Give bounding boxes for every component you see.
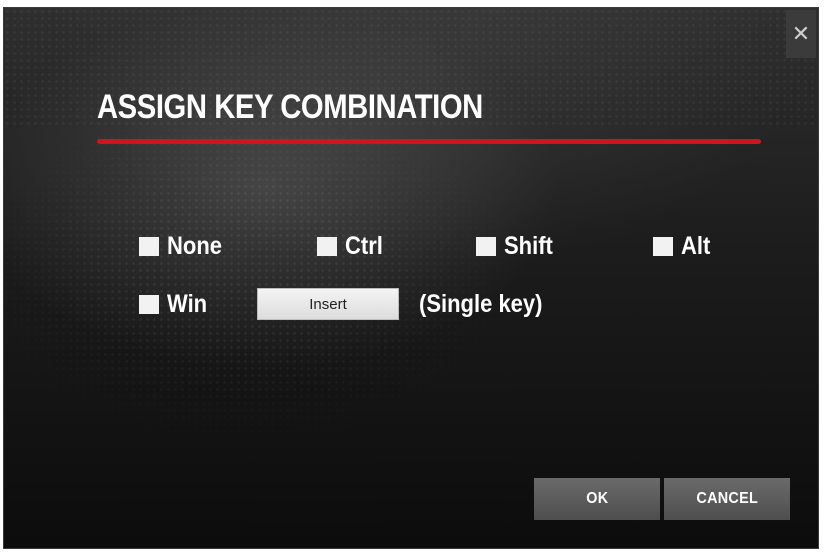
checkbox-win[interactable]: Win [139,290,213,318]
ok-button-label: OK [585,490,609,507]
ok-button[interactable]: OK [534,478,660,520]
checkbox-label-none: None [167,231,222,260]
checkbox-box[interactable] [139,236,159,256]
key-input-value: Insert [309,295,347,313]
checkbox-label-shift: Shift [504,231,553,260]
title-underline [97,139,761,144]
checkbox-shift[interactable]: Shift [476,232,560,260]
single-key-hint: (Single key) [419,290,543,318]
checkbox-box[interactable] [476,236,496,256]
cancel-button[interactable]: CANCEL [664,478,790,520]
checkbox-label-ctrl: Ctrl [345,231,383,260]
assign-key-dialog: ✕ ASSIGN KEY COMBINATION None Ctrl Shift… [3,7,819,549]
close-icon: ✕ [791,21,811,47]
key-input-field[interactable]: Insert [257,288,399,320]
checkbox-label-alt: Alt [681,231,711,260]
checkbox-box[interactable] [653,236,673,256]
checkbox-box[interactable] [139,294,159,314]
checkbox-none[interactable]: None [139,232,230,260]
cancel-button-label: CANCEL [696,490,758,507]
checkbox-label-win: Win [167,289,208,318]
dialog-title: ASSIGN KEY COMBINATION [97,88,483,126]
checkbox-ctrl[interactable]: Ctrl [317,232,388,260]
checkbox-box[interactable] [317,236,337,256]
close-button[interactable]: ✕ [786,10,816,58]
checkbox-alt[interactable]: Alt [653,232,714,260]
